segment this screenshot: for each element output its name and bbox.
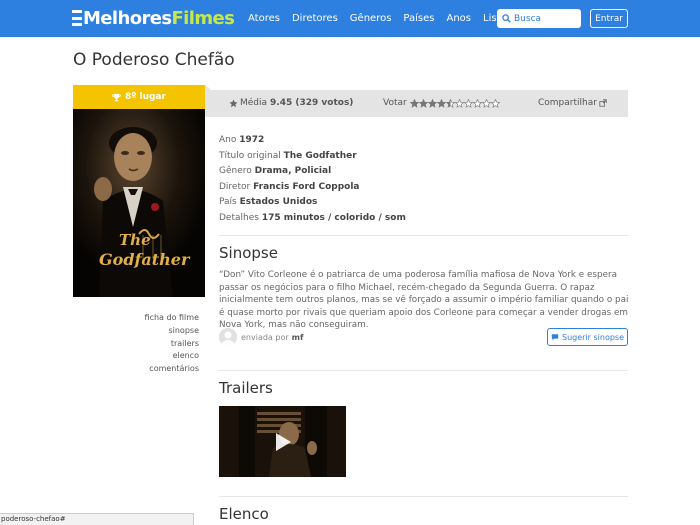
avatar <box>219 328 237 346</box>
divider <box>219 496 628 497</box>
average-rating: Média 9.45 (329 votos) <box>229 98 356 108</box>
detail-label: Gênero <box>219 166 252 176</box>
star-icon[interactable] <box>409 98 419 108</box>
detail-row-country: País Estados Unidos <box>219 195 406 211</box>
share-label: Compartilhar <box>538 98 597 108</box>
star-icon[interactable] <box>463 98 473 108</box>
rank-label: 8º lugar <box>125 92 166 102</box>
average-value: 9.45 (329 votos) <box>270 98 354 108</box>
suggest-label: Sugerir sinopse <box>561 332 624 342</box>
movie-poster[interactable]: The Godfather <box>73 109 205 297</box>
search-box[interactable] <box>497 9 581 28</box>
detail-label: Detalhes <box>219 212 259 223</box>
cast-heading: Elenco <box>219 505 269 523</box>
nav-link-atores[interactable]: Atores <box>248 13 280 24</box>
poster-image: The Godfather <box>73 109 205 297</box>
detail-value[interactable]: 1972 <box>239 135 264 145</box>
detail-value[interactable]: Drama, Policial <box>255 166 332 176</box>
sidebar-link-elenco[interactable]: elenco <box>73 350 199 363</box>
nav-link-generos[interactable]: Gêneros <box>350 13 392 24</box>
star-icon[interactable] <box>454 98 464 108</box>
comment-icon <box>551 334 559 341</box>
detail-label: Ano <box>219 135 237 145</box>
sidebar-links: ficha do filme sinopse trailers elenco c… <box>73 312 199 376</box>
rating-bar: Média 9.45 (329 votos) Votar Compartilha… <box>205 90 628 117</box>
share-icon <box>599 99 607 107</box>
detail-label: Diretor <box>219 181 251 192</box>
logo-mark-icon <box>72 10 82 26</box>
main-nav: Atores Diretores Gêneros Países Anos Lis… <box>242 0 518 37</box>
page-title: O Poderoso Chefão <box>73 50 235 70</box>
star-icon[interactable] <box>418 98 428 108</box>
top-navbar: Melhores Filmes Atores Diretores Gêneros … <box>0 0 700 37</box>
sidebar-link-sinopse[interactable]: sinopse <box>73 325 199 338</box>
nav-link-paises[interactable]: Países <box>403 13 434 24</box>
divider <box>219 235 628 236</box>
trailers-heading: Trailers <box>219 379 273 397</box>
suggest-synopsis-button[interactable]: Sugerir sinopse <box>547 328 628 346</box>
logo-text-accent: Filmes <box>171 7 235 29</box>
detail-value[interactable]: Estados Unidos <box>240 197 318 207</box>
detail-row-year: Ano 1972 <box>219 133 406 149</box>
nav-link-anos[interactable]: Anos <box>446 13 471 24</box>
poster-title-line2: Godfather <box>99 250 191 269</box>
search-icon <box>502 14 511 23</box>
trailer-video-thumbnail[interactable] <box>219 406 346 477</box>
star-icon <box>229 98 238 107</box>
site-logo[interactable]: Melhores Filmes <box>72 7 235 29</box>
trailer-image <box>219 406 346 477</box>
login-button[interactable]: Entrar <box>590 9 628 28</box>
browser-status-url: poderoso-chefao# <box>0 513 194 525</box>
nav-link-diretores[interactable]: Diretores <box>292 13 338 24</box>
detail-row-director: Diretor Francis Ford Coppola <box>219 180 406 196</box>
share-button[interactable]: Compartilhar <box>538 98 607 108</box>
vote-stars[interactable] <box>409 98 500 108</box>
poster-title-line1: The <box>119 231 151 249</box>
star-icon[interactable] <box>427 98 437 108</box>
sidebar-link-ficha[interactable]: ficha do filme <box>73 312 199 325</box>
divider <box>219 370 628 371</box>
sidebar-link-comentarios[interactable]: comentários <box>73 363 199 376</box>
sidebar-link-trailers[interactable]: trailers <box>73 338 199 351</box>
synopsis-author: enviada por mf <box>219 328 303 346</box>
detail-value[interactable]: Francis Ford Coppola <box>253 182 359 192</box>
detail-label: Título original <box>219 150 281 161</box>
vote-label: Votar <box>383 98 407 108</box>
movie-details: Ano 1972 Título original The Godfather G… <box>219 133 406 226</box>
detail-row-original-title: Título original The Godfather <box>219 149 406 165</box>
synopsis-heading: Sinopse <box>219 244 278 262</box>
synopsis-text: “Don” Vito Corleone é o patriarca de uma… <box>219 270 629 331</box>
average-label: Média <box>240 98 268 108</box>
detail-row-extra: Detalhes 175 minutos / colorido / som <box>219 211 406 227</box>
search-input[interactable] <box>514 10 576 27</box>
star-icon[interactable] <box>490 98 500 108</box>
star-icon[interactable] <box>472 98 482 108</box>
vote-widget: Votar <box>383 98 500 108</box>
star-icon[interactable] <box>481 98 491 108</box>
detail-value: The Godfather <box>283 150 357 161</box>
star-icon[interactable] <box>445 98 455 108</box>
rank-badge[interactable]: 8º lugar <box>73 85 205 109</box>
logo-text-main: Melhores <box>83 7 172 29</box>
trophy-icon <box>112 93 121 101</box>
detail-value: 175 minutos / colorido / som <box>261 212 406 223</box>
star-icon[interactable] <box>436 98 446 108</box>
sent-by-label: enviada por <box>241 332 289 342</box>
sent-by-user[interactable]: mf <box>292 333 304 342</box>
detail-label: País <box>219 197 237 207</box>
detail-row-genre: Gênero Drama, Policial <box>219 164 406 180</box>
